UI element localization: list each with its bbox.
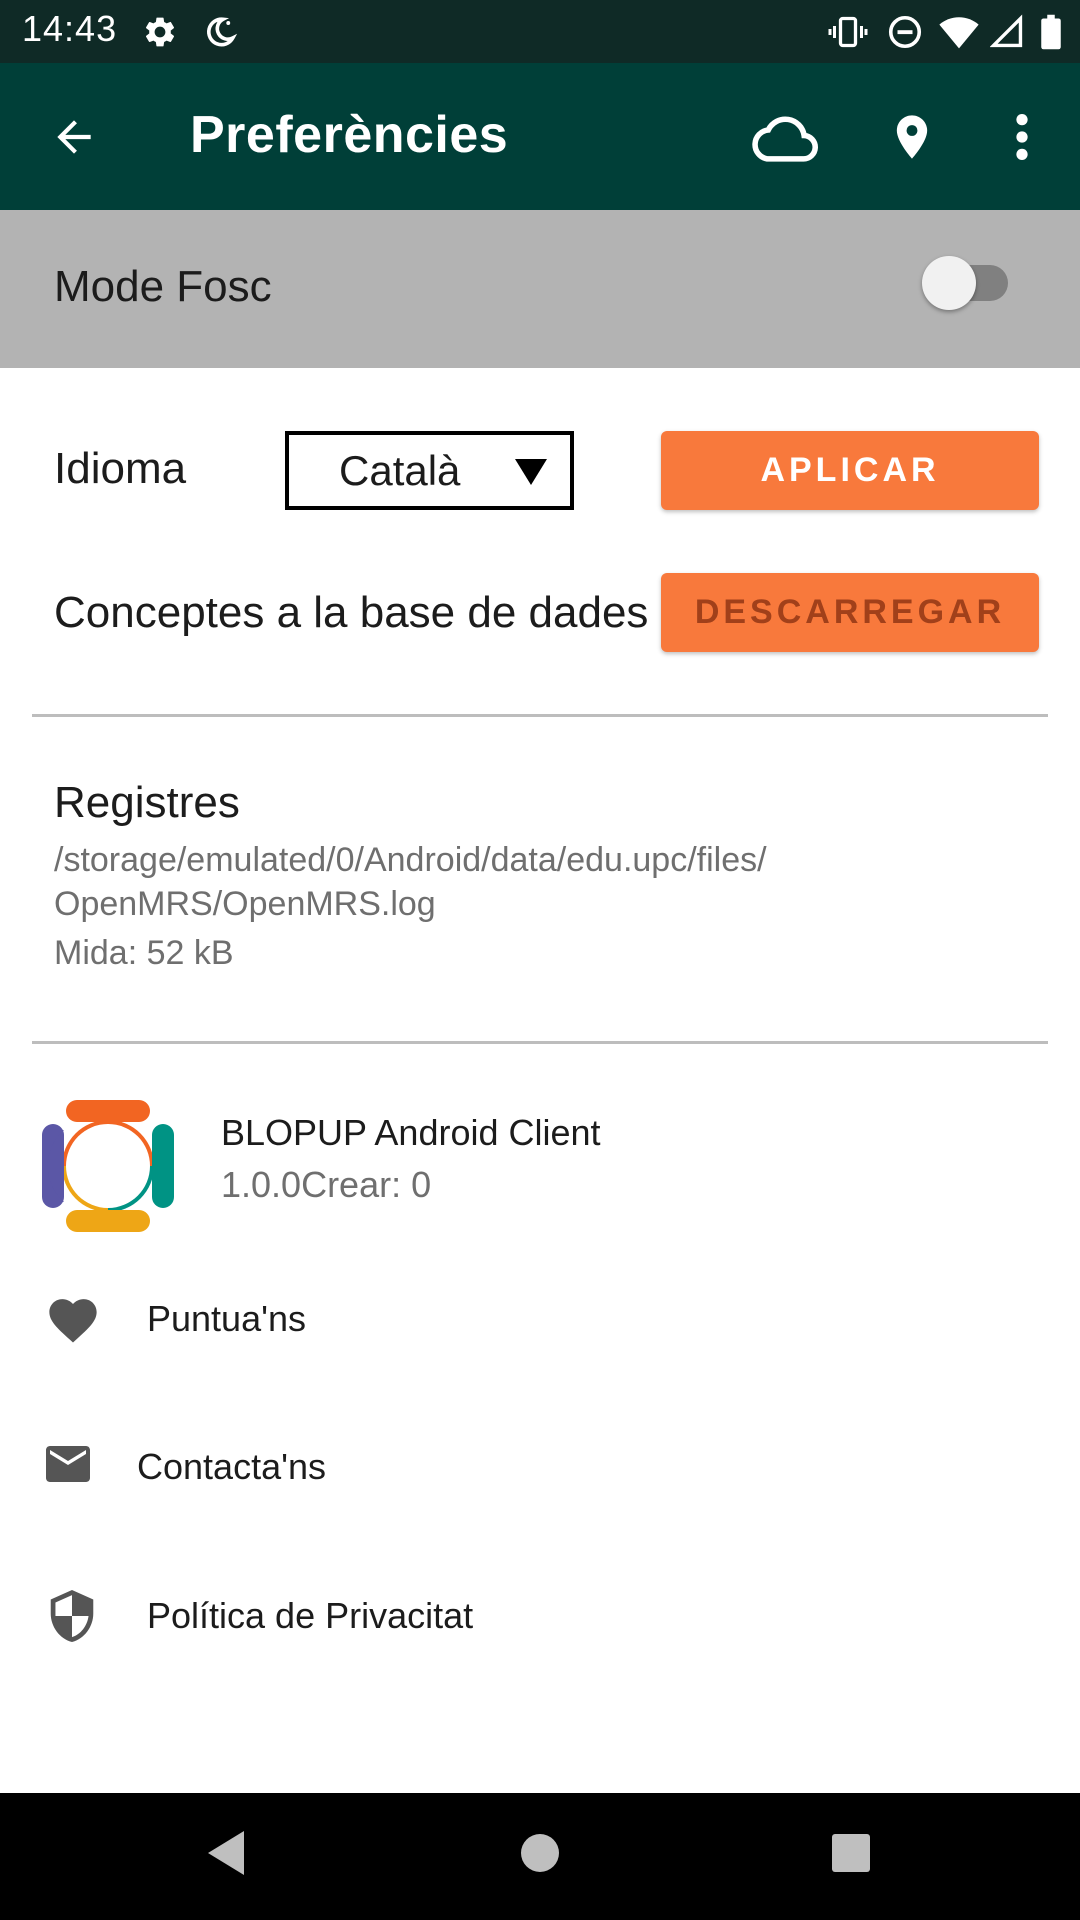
back-arrow-icon [57, 120, 91, 154]
do-not-disturb-moon-icon [207, 17, 238, 47]
app-name: BLOPUP Android Client [221, 1112, 601, 1153]
do-not-disturb-icon [888, 15, 921, 49]
sync-button[interactable] [746, 99, 822, 175]
page-title: Preferències [190, 106, 509, 164]
divider [32, 1041, 1048, 1044]
contact-us-label: Contacta'ns [137, 1446, 326, 1487]
shield-icon [50, 1590, 94, 1642]
privacy-policy-label: Política de Privacitat [147, 1595, 474, 1636]
more-options-button[interactable] [984, 99, 1060, 175]
status-time: 14:43 [22, 8, 118, 49]
logs-title: Registres [54, 778, 240, 827]
app-bar: Preferències [0, 63, 1080, 210]
status-bar: 14:43 [0, 0, 1080, 63]
apply-language-button[interactable]: APLICAR [661, 431, 1039, 510]
heart-icon [49, 1299, 97, 1343]
logs-path-line-1: /storage/emulated/0/Android/data/edu.upc… [54, 841, 767, 879]
location-pin-icon [896, 115, 928, 159]
nav-back-icon[interactable] [204, 1828, 248, 1878]
concepts-label: Conceptes a la base de dades [54, 588, 649, 637]
location-button[interactable] [874, 99, 950, 175]
dark-mode-row[interactable]: Mode Fosc [0, 210, 1080, 368]
privacy-policy-item[interactable]: Política de Privacitat [0, 1561, 1080, 1671]
signal-icon [989, 14, 1022, 48]
rate-us-label: Puntua'ns [147, 1298, 306, 1339]
app-logo [42, 1100, 174, 1232]
back-button[interactable] [36, 99, 112, 175]
language-select[interactable]: Català [285, 431, 574, 510]
mail-icon [46, 1446, 90, 1482]
contact-us-item[interactable]: Contacta'ns [0, 1412, 1080, 1522]
switch-thumb [922, 256, 976, 310]
dark-mode-label: Mode Fosc [54, 262, 272, 311]
nav-recents-icon[interactable] [830, 1828, 872, 1878]
navigation-bar [0, 1793, 1080, 1920]
language-selected-value: Català [339, 447, 461, 494]
settings-icon [145, 17, 175, 47]
app-version: 1.0.0Crear: 0 [221, 1164, 432, 1205]
more-vert-icon [1016, 114, 1028, 160]
divider [32, 714, 1048, 717]
logs-size: Mida: 52 kB [54, 934, 234, 972]
rate-us-item[interactable]: Puntua'ns [0, 1264, 1080, 1374]
download-concepts-button[interactable]: DESCARREGAR [661, 573, 1039, 652]
wifi-icon [939, 17, 979, 49]
logs-path: /storage/emulated/0/Android/data/edu.upc… [54, 838, 1014, 926]
battery-icon [1041, 14, 1061, 50]
cloud-icon [752, 116, 818, 162]
nav-home-icon[interactable] [520, 1828, 560, 1878]
language-label: Idioma [54, 444, 187, 493]
vibrate-icon [828, 16, 868, 48]
dropdown-caret-icon [515, 459, 547, 485]
logs-path-line-2: OpenMRS/OpenMRS.log [54, 885, 436, 923]
